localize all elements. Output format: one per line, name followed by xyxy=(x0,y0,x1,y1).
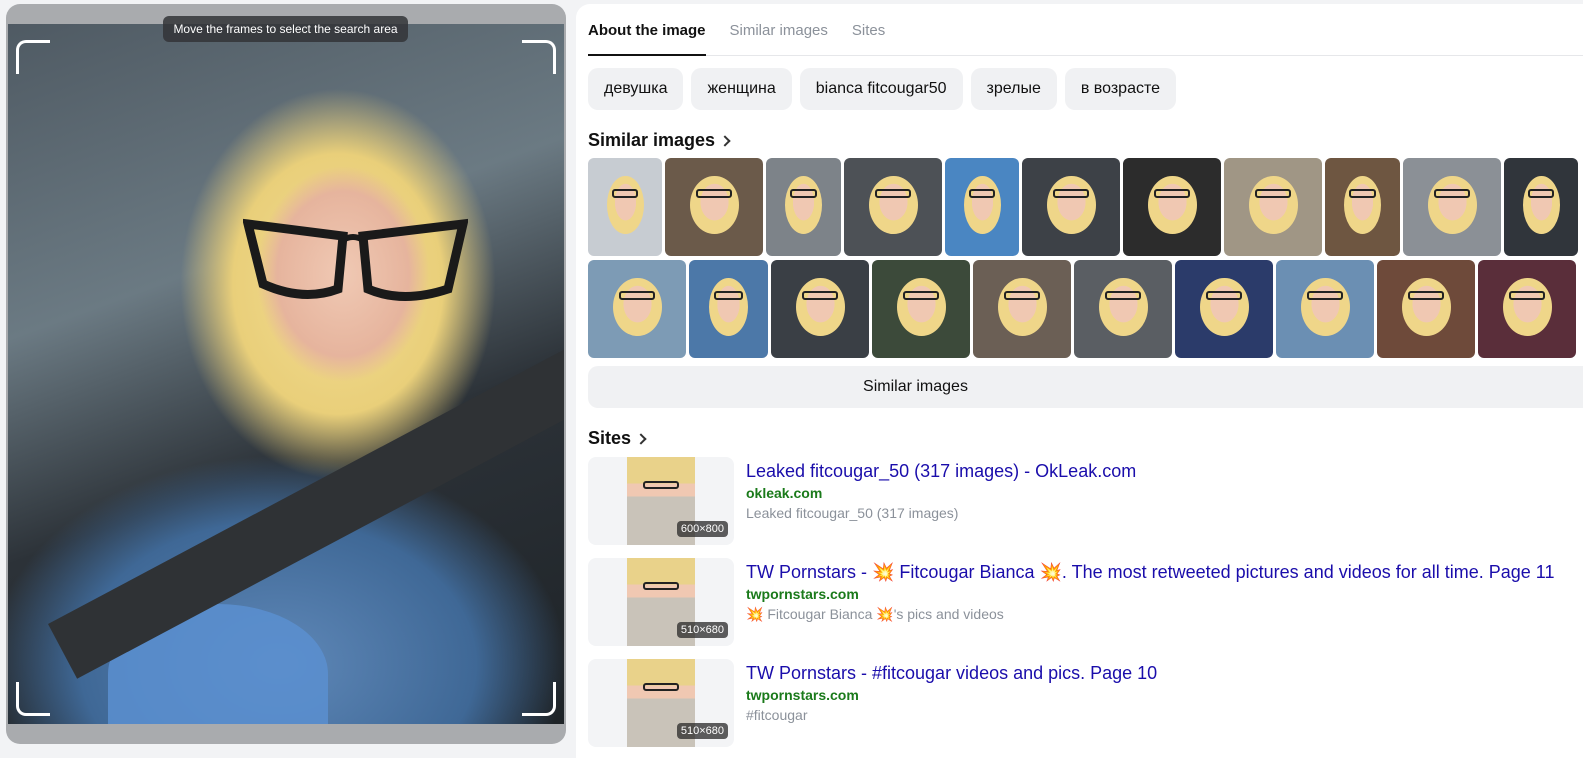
similar-image-thumb[interactable] xyxy=(973,260,1071,358)
site-result-title[interactable]: TW Pornstars - 💥 Fitcougar Bianca 💥. The… xyxy=(746,562,1555,583)
similar-image-thumb[interactable] xyxy=(766,158,841,256)
similar-image-thumb[interactable] xyxy=(945,158,1019,256)
site-result-description: 💥 Fitcougar Bianca 💥's pics and videos xyxy=(746,606,1004,622)
image-dimensions: 600×800 xyxy=(676,521,728,537)
image-dimensions: 510×680 xyxy=(676,622,728,638)
chevron-right-icon xyxy=(635,432,647,445)
similar-images-heading[interactable]: Similar images xyxy=(588,130,731,151)
query-image-seatbelt xyxy=(48,332,564,679)
tag-list: девушка женщина bianca fitcougar50 зрелы… xyxy=(588,68,1177,110)
tab-sites[interactable]: Sites xyxy=(852,4,885,56)
crop-handle-bottom-right[interactable] xyxy=(522,682,556,716)
similar-image-thumb[interactable] xyxy=(588,260,686,358)
tag-chip[interactable]: bianca fitcougar50 xyxy=(799,68,963,110)
similar-image-thumb[interactable] xyxy=(844,158,942,256)
similar-image-thumb[interactable] xyxy=(1403,158,1501,256)
site-result-thumb[interactable]: 600×800 xyxy=(588,457,734,545)
similar-image-thumb[interactable] xyxy=(1276,260,1374,358)
similar-images-row-2 xyxy=(588,260,1576,358)
crop-handle-top-left[interactable] xyxy=(16,40,50,74)
site-result-domain[interactable]: twpornstars.com xyxy=(746,586,859,602)
results-panel: About the image Similar images Sites дев… xyxy=(576,4,1583,758)
chevron-right-icon xyxy=(719,134,731,147)
similar-image-thumb[interactable] xyxy=(1224,158,1322,256)
site-result-thumb[interactable]: 510×680 xyxy=(588,659,734,747)
similar-image-thumb[interactable] xyxy=(665,158,763,256)
tab-bar: About the image Similar images Sites xyxy=(588,4,1583,56)
similar-images-button[interactable]: Similar images xyxy=(588,366,1583,408)
tab-similar-images[interactable]: Similar images xyxy=(730,4,828,56)
similar-image-thumb[interactable] xyxy=(1123,158,1221,256)
crop-panel: Move the frames to select the search are… xyxy=(6,4,566,744)
similar-image-thumb[interactable] xyxy=(1504,158,1578,256)
site-result-title[interactable]: TW Pornstars - #fitcougar videos and pic… xyxy=(746,663,1157,684)
site-result-domain[interactable]: twpornstars.com xyxy=(746,687,859,703)
site-result: 510×680 TW Pornstars - #fitcougar videos… xyxy=(588,659,1578,749)
similar-image-thumb[interactable] xyxy=(1175,260,1273,358)
site-result-thumb[interactable]: 510×680 xyxy=(588,558,734,646)
similar-images-heading-label: Similar images xyxy=(588,130,716,150)
query-image[interactable] xyxy=(8,24,564,724)
site-result-description: #fitcougar xyxy=(746,707,808,723)
site-result-domain[interactable]: okleak.com xyxy=(746,485,822,501)
similar-image-thumb[interactable] xyxy=(689,260,768,358)
tag-chip[interactable]: девушка xyxy=(588,68,684,110)
sites-heading-label: Sites xyxy=(588,428,632,448)
similar-image-thumb[interactable] xyxy=(1377,260,1475,358)
site-result: 600×800 Leaked fitcougar_50 (317 images)… xyxy=(588,457,1578,547)
sites-heading[interactable]: Sites xyxy=(588,428,647,449)
similar-images-button-label: Similar images xyxy=(863,378,968,395)
similar-image-thumb[interactable] xyxy=(1478,260,1576,358)
similar-image-thumb[interactable] xyxy=(1022,158,1120,256)
similar-image-thumb[interactable] xyxy=(1325,158,1400,256)
crop-handle-bottom-left[interactable] xyxy=(16,682,50,716)
tag-chip[interactable]: женщина xyxy=(691,68,792,110)
query-image-glasses xyxy=(243,218,468,301)
site-result-title[interactable]: Leaked fitcougar_50 (317 images) - OkLea… xyxy=(746,461,1136,482)
tag-chip[interactable]: в возрасте xyxy=(1064,68,1177,110)
tag-chip[interactable]: зрелые xyxy=(970,68,1057,110)
site-result-description: Leaked fitcougar_50 (317 images) xyxy=(746,505,959,521)
crop-handle-top-right[interactable] xyxy=(522,40,556,74)
similar-image-thumb[interactable] xyxy=(1074,260,1172,358)
similar-images-row-1 xyxy=(588,158,1578,256)
image-dimensions: 510×680 xyxy=(676,723,728,739)
site-result: 510×680 TW Pornstars - 💥 Fitcougar Bianc… xyxy=(588,558,1578,648)
crop-tooltip: Move the frames to select the search are… xyxy=(163,16,408,42)
similar-image-thumb[interactable] xyxy=(771,260,869,358)
similar-image-thumb[interactable] xyxy=(588,158,662,256)
tab-about-image[interactable]: About the image xyxy=(588,4,706,56)
page: Move the frames to select the search are… xyxy=(0,0,1583,758)
similar-image-thumb[interactable] xyxy=(872,260,970,358)
